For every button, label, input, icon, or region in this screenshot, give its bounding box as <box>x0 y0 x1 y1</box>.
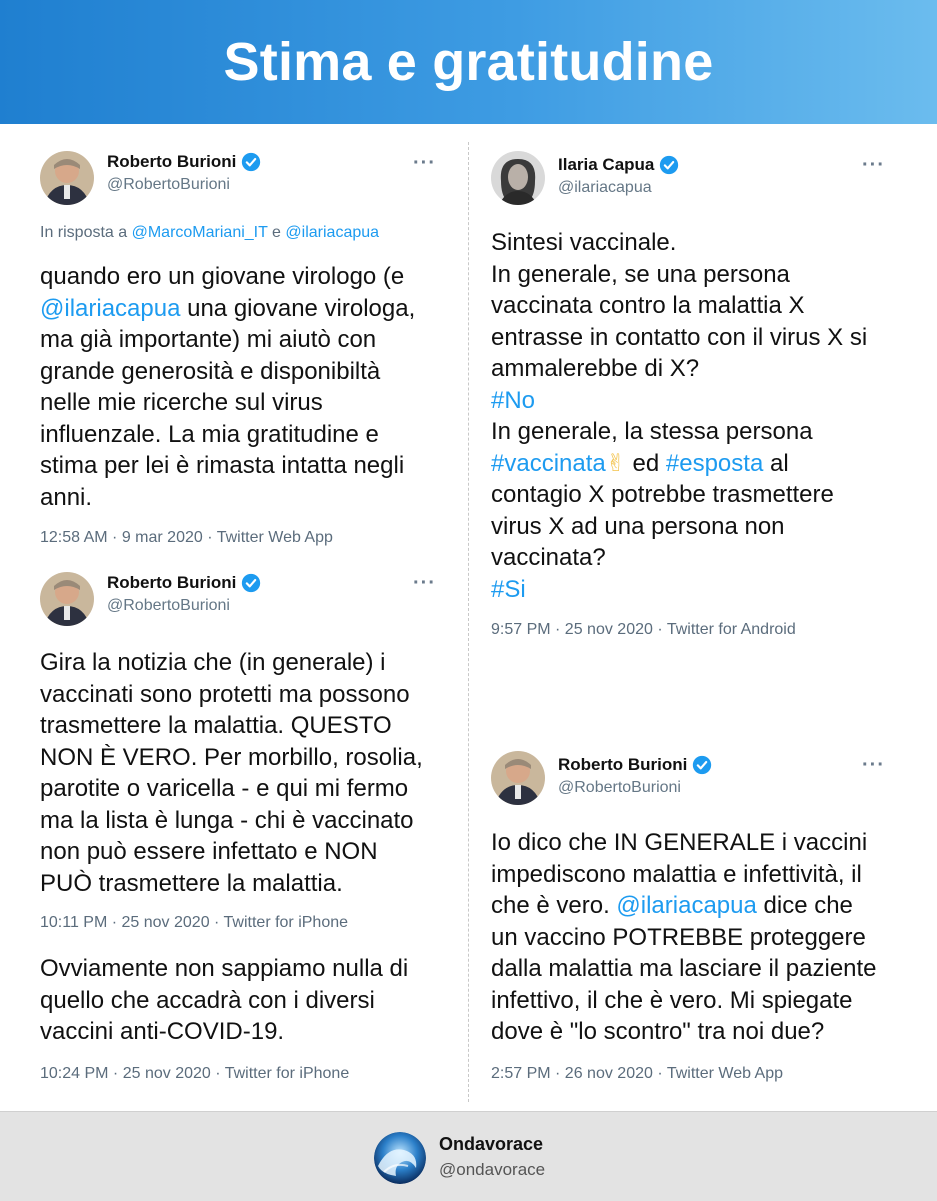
verified-badge-icon <box>660 155 679 175</box>
author-name-text[interactable]: Ilaria Capua <box>558 155 654 175</box>
avatar[interactable] <box>40 572 94 626</box>
tweet-line: In generale, se una persona <box>491 260 790 288</box>
tweet-line: influenzale. La mia gratitudine e <box>40 420 379 448</box>
mention-link[interactable]: @ilariacapua <box>40 295 180 322</box>
author-name[interactable]: Roberto Burioni <box>107 152 261 172</box>
tweet-line: che è vero. @ilariacapua dice che <box>491 890 877 922</box>
footer-bar: Ondavorace @ondavorace <box>0 1111 937 1201</box>
reply-mention-link[interactable]: @ilariacapua <box>285 224 379 241</box>
tweet-text: quando ero un giovane virologo (e @ilari… <box>40 261 415 513</box>
tweet-burioni-1[interactable]: Roberto Burioni @RobertoBurioni ··· In r… <box>0 124 468 564</box>
footer-account-handle[interactable]: @ondavorace <box>439 1160 545 1180</box>
tweet-timestamp[interactable]: 12:58 AM · 9 mar 2020 · Twitter Web App <box>40 529 333 547</box>
tweet-line: PUÒ trasmettere la malattia. <box>40 869 343 897</box>
tweet-text: Sintesi vaccinale. In generale, se una p… <box>491 227 867 605</box>
tweet-text: Io dico che IN GENERALE i vaccini impedi… <box>491 827 877 1048</box>
more-options-icon[interactable]: ··· <box>413 572 436 595</box>
tweet-line: parotite o varicella - e qui mi fermo <box>40 775 409 802</box>
hashtag-link[interactable]: #vaccinata <box>491 450 606 477</box>
tweet-line: dove è "lo scontro" tra noi due? <box>491 1018 825 1045</box>
victory-hand-emoji-icon: ✌ <box>605 449 626 477</box>
tweet-line: Gira la notizia che (in generale) i <box>40 649 386 676</box>
tweet-line: vaccinata contro la malattia X <box>491 292 805 319</box>
verified-badge-icon <box>242 573 261 593</box>
tweet-line: infettivo, il che è vero. Mi spiegate <box>491 986 853 1014</box>
tweet-line-mid: ed <box>625 449 666 477</box>
tweet-line: anni. <box>40 483 93 511</box>
tweet-burioni-3[interactable]: Roberto Burioni @RobertoBurioni ··· Io d… <box>469 730 937 1104</box>
author-name-text[interactable]: Roberto Burioni <box>558 755 687 775</box>
footer-account-name[interactable]: Ondavorace <box>439 1134 543 1155</box>
tweet-line: entrasse in contatto con il virus X si <box>491 323 868 351</box>
tweet-line: quando ero un giovane virologo (e <box>40 263 405 290</box>
avatar[interactable] <box>491 151 545 205</box>
author-handle[interactable]: @ilariacapua <box>558 179 652 197</box>
more-options-icon[interactable]: ··· <box>862 754 885 777</box>
tweet-line-rest: una giovane virologa, <box>180 294 416 322</box>
reply-and: e <box>272 224 281 241</box>
tweet-line: Sintesi vaccinale. <box>491 229 677 256</box>
reply-to-line: In risposta a @MarcoMariani_IT e @ilaria… <box>40 224 379 242</box>
avatar[interactable] <box>40 151 94 205</box>
author-name[interactable]: Roberto Burioni <box>558 755 712 775</box>
tweet-line: un vaccino POTREBBE proteggere <box>491 923 866 951</box>
tweet-line-rest: al <box>763 449 789 477</box>
tweet-line: trasmettere la malattia. QUESTO <box>40 712 392 739</box>
tweet-timestamp[interactable]: 2:57 PM · 26 nov 2020 · Twitter Web App <box>491 1065 783 1083</box>
more-options-icon[interactable]: ··· <box>413 152 436 175</box>
verified-badge-icon <box>242 152 261 172</box>
reply-mention-link[interactable]: @MarcoMariani_IT <box>132 224 268 241</box>
tweet-burioni-2[interactable]: Roberto Burioni @RobertoBurioni ··· Gira… <box>0 564 468 1104</box>
mention-link[interactable]: @ilariacapua <box>616 892 756 919</box>
tweet-timestamp[interactable]: 9:57 PM · 25 nov 2020 · Twitter for Andr… <box>491 621 796 639</box>
tweet-timestamp[interactable]: 10:24 PM · 25 nov 2020 · Twitter for iPh… <box>40 1065 349 1083</box>
tweet-followup-text: Ovviamente non sappiamo nulla di quello … <box>40 953 408 1048</box>
tweet-line: NON È VERO. Per morbillo, rosolia, <box>40 743 423 771</box>
tweet-line: #vaccinata✌ ed #esposta al <box>491 448 867 480</box>
hashtag-link[interactable]: #No <box>491 385 867 417</box>
tweet-line: Ovviamente non sappiamo nulla di <box>40 955 409 982</box>
tweet-line: nelle mie ricerche sul virus <box>40 389 323 416</box>
tweet-line: vaccinati sono protetti ma possono <box>40 680 410 708</box>
author-handle[interactable]: @RobertoBurioni <box>107 176 230 194</box>
page-title: Stima e gratitudine <box>223 32 714 92</box>
tweet-line: stima per lei è rimasta intatta negli <box>40 452 405 479</box>
more-options-icon[interactable]: ··· <box>862 154 885 177</box>
tweet-line: @ilariacapua una giovane virologa, <box>40 293 415 325</box>
tweet-line: non può essere infettato e NON <box>40 838 378 865</box>
author-name[interactable]: Roberto Burioni <box>107 573 261 593</box>
verified-badge-icon <box>693 755 712 775</box>
tweet-line-pre: che è vero. <box>491 892 617 919</box>
tweet-line: Io dico che IN GENERALE i vaccini <box>491 829 868 856</box>
author-name[interactable]: Ilaria Capua <box>558 155 679 175</box>
tweet-line: ammalerebbe di X? <box>491 355 700 382</box>
author-handle[interactable]: @RobertoBurioni <box>107 597 230 615</box>
ondavorace-logo-icon <box>374 1132 426 1184</box>
tweet-line: ma la lista è lunga - chi è vaccinato <box>40 806 414 834</box>
reply-prefix: In risposta a <box>40 224 128 241</box>
author-name-text[interactable]: Roberto Burioni <box>107 573 236 593</box>
avatar[interactable] <box>491 751 545 805</box>
tweet-line-rest: dice che <box>756 892 853 919</box>
tweet-line: In generale, la stessa persona <box>491 418 813 445</box>
hashtag-link[interactable]: #Si <box>491 574 867 606</box>
tweet-line: vaccini anti-COVID-19. <box>40 1018 285 1045</box>
tweet-line: impediscono malattia e infettività, il <box>491 860 862 888</box>
author-name-text[interactable]: Roberto Burioni <box>107 152 236 172</box>
tweet-capua[interactable]: Ilaria Capua @ilariacapua ··· Sintesi va… <box>469 124 937 664</box>
tweet-line: vaccinata? <box>491 544 606 571</box>
tweet-line: contagio X potrebbe trasmettere <box>491 481 834 508</box>
tweet-line: virus X ad una persona non <box>491 512 785 540</box>
hashtag-link[interactable]: #esposta <box>666 450 763 477</box>
tweet-line: dalla malattia ma lasciare il paziente <box>491 955 877 982</box>
tweet-text: Gira la notizia che (in generale) i vacc… <box>40 647 423 899</box>
page-header: Stima e gratitudine <box>0 0 937 124</box>
tweet-line: ma già importante) mi aiutò con <box>40 326 377 353</box>
tweet-timestamp[interactable]: 10:11 PM · 25 nov 2020 · Twitter for iPh… <box>40 914 348 932</box>
author-handle[interactable]: @RobertoBurioni <box>558 779 681 797</box>
tweet-line: quello che accadrà con i diversi <box>40 986 375 1014</box>
tweet-line: grande generosità e disponibiltà <box>40 357 381 385</box>
